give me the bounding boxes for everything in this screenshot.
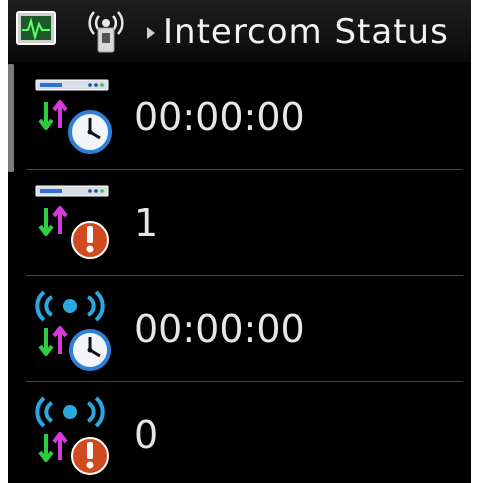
intercom-count-value: 1 (134, 201, 159, 245)
breadcrumb-arrow-icon (147, 27, 155, 39)
status-row-wireless-time[interactable]: 00:00:00 (26, 276, 463, 382)
intercom-time-value: 00:00:00 (134, 95, 305, 139)
wireless-time-value: 00:00:00 (134, 307, 305, 351)
wireless-clock-icon (35, 290, 111, 371)
header-bar: Intercom Status (8, 0, 471, 62)
network-device-clock-icon (35, 79, 112, 154)
intercom-status-screen: Intercom Status 00:00:00 1 00:00:00 0 (8, 0, 471, 483)
status-row-wireless-alert[interactable]: 0 (26, 382, 463, 483)
wireless-alert-icon (35, 396, 109, 475)
monitor-icon[interactable] (16, 10, 56, 48)
status-list[interactable]: 00:00:00 1 00:00:00 0 (8, 62, 471, 483)
scrollbar-thumb[interactable] (8, 64, 14, 172)
page-title: Intercom Status (163, 12, 449, 52)
wireless-count-value: 0 (134, 413, 159, 457)
network-device-alert-icon (35, 185, 109, 259)
intercom-icon (88, 11, 124, 53)
status-row-network-time[interactable]: 00:00:00 (26, 64, 463, 170)
status-row-network-alert[interactable]: 1 (26, 170, 463, 276)
